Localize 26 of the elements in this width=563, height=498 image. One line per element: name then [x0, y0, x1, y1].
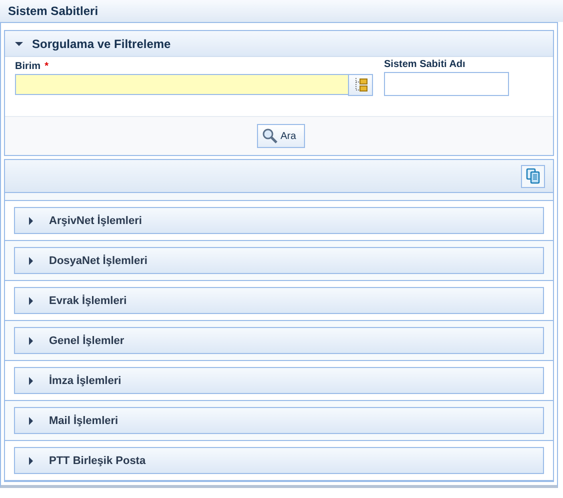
group-header[interactable]: PTT Birleşik Posta [14, 447, 544, 474]
group-header[interactable]: Mail İşlemleri [14, 407, 544, 434]
tree-picker-button[interactable] [348, 74, 373, 96]
search-icon [262, 128, 278, 144]
copy-icon[interactable] [521, 164, 545, 188]
input-field[interactable] [384, 72, 509, 96]
field-label: Birim * [15, 61, 50, 74]
caret-icon [15, 40, 23, 48]
group-header[interactable]: Genel İşlemler [14, 327, 544, 354]
page-title: Sistem Sabitleri [8, 4, 98, 18]
group-header[interactable]: ArşivNet İşlemleri [14, 207, 544, 234]
panel-header[interactable]: Sorgulama ve Filtreleme [5, 31, 553, 57]
group-header[interactable]: Evrak İşlemleri [14, 287, 544, 314]
field-label: Sistem Sabiti Adı [384, 59, 466, 72]
caret-icon [27, 416, 35, 424]
caret-icon [27, 456, 35, 464]
group-header[interactable]: İmza İşlemleri [14, 367, 544, 394]
caret-icon [27, 376, 35, 384]
caret-icon [27, 216, 35, 224]
input-field[interactable] [15, 74, 348, 95]
caret-icon [27, 336, 35, 344]
search-button[interactable]: Ara [256, 124, 304, 148]
caret-icon [27, 296, 35, 304]
tree-icon [354, 77, 368, 93]
caret-icon [27, 256, 35, 264]
group-header[interactable]: DosyaNet İşlemleri [14, 247, 544, 274]
